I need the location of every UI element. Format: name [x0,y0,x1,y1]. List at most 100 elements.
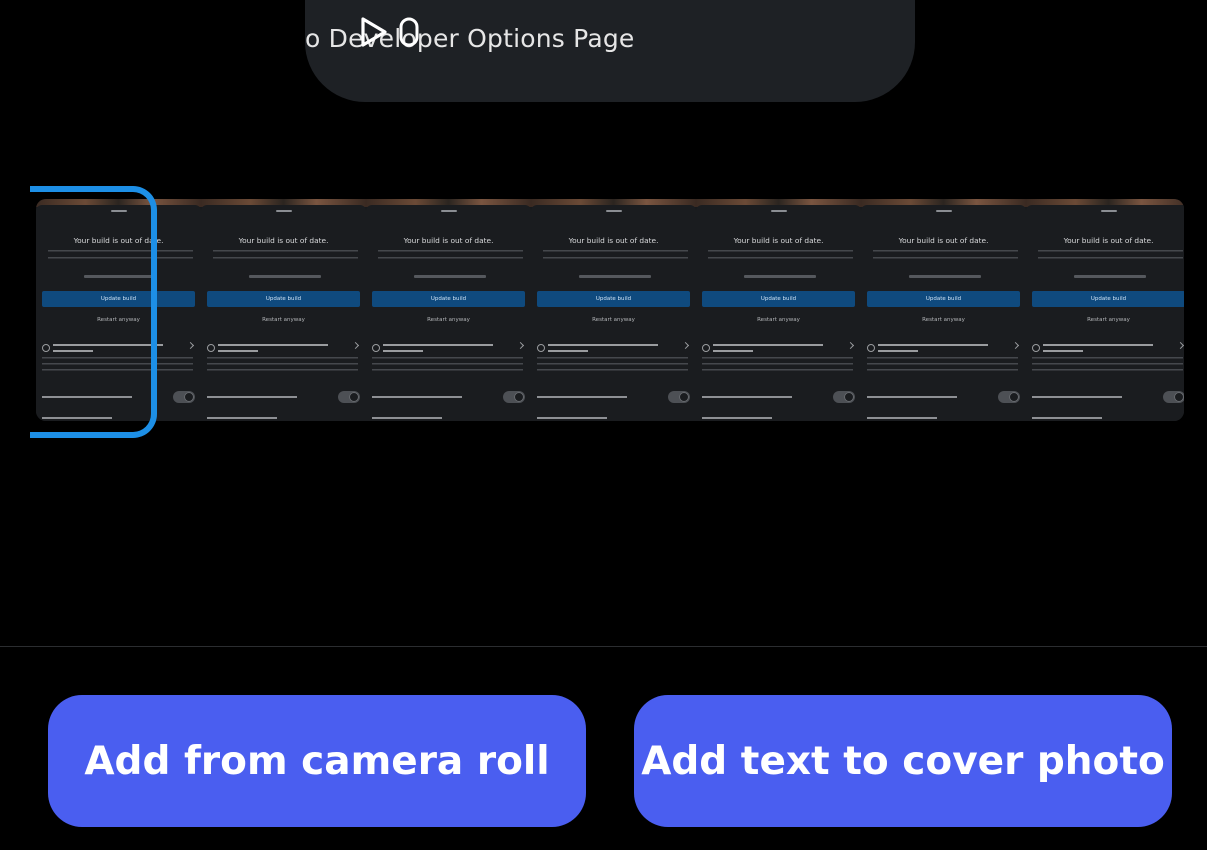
cover-frame-filmstrip[interactable]: Your build is out of date. Update build Re… [36,199,1184,421]
frame-shake-label [867,396,957,398]
frame-description-text [372,357,523,371]
info-icon [537,344,545,352]
frame-restart-link: Restart anyway [1087,317,1130,323]
frame-restart-link: Restart anyway [262,317,305,323]
frame-title: Your build is out of date. [733,236,824,245]
add-from-camera-roll-button[interactable]: Add from camera roll [48,695,586,827]
frame-report-text [548,344,658,346]
frame-report-text [878,344,988,346]
sheet-handle [936,210,952,212]
frame-body-text [213,250,358,264]
chevron-right-icon [351,341,360,350]
frame-bottom-sheet: Your build is out of date. Update build Re… [696,205,861,421]
info-icon [42,344,50,352]
frame-bottom-sheet: Your build is out of date. Update build Re… [201,205,366,421]
info-icon [867,344,875,352]
frame-report-text [218,344,328,346]
frame-report-text [548,350,588,352]
frame-description-text [42,357,193,371]
frame-restart-link: Restart anyway [757,317,800,323]
frame-title: Your build is out of date. [898,236,989,245]
chevron-right-icon [1011,341,1020,350]
frame-title: Your build is out of date. [73,236,164,245]
frame-toggle [668,391,690,403]
chevron-right-icon [681,341,690,350]
frame-report-text [383,344,493,346]
frame-toggle [833,391,855,403]
frame-update-button: Update build [702,291,855,307]
frame-body-text [873,250,1018,264]
frame-report-text [878,350,918,352]
info-icon [372,344,380,352]
filmstrip-frame[interactable]: Your build is out of date. Update build Re… [36,199,201,421]
frame-version-text [1074,275,1146,278]
chevron-right-icon [186,341,195,350]
frame-description-text [207,357,358,371]
frame-report-text [383,350,423,352]
frame-title: Your build is out of date. [1063,236,1154,245]
filmstrip-frame[interactable]: Your build is out of date. Update build Re… [531,199,696,421]
frame-toggle [503,391,525,403]
sheet-handle [606,210,622,212]
frame-report-text [1043,350,1083,352]
frame-developer-options-label [867,417,937,419]
sheet-handle [441,210,457,212]
frame-title: Your build is out of date. [403,236,494,245]
frame-description-text [1032,357,1183,371]
frame-body-text [48,250,193,264]
frame-report-text [218,350,258,352]
pause-icon[interactable] [397,16,423,48]
info-icon [702,344,710,352]
frame-restart-link: Restart anyway [97,317,140,323]
sheet-handle [111,210,127,212]
frame-body-text [378,250,523,264]
frame-version-text [414,275,486,278]
frame-update-button: Update build [537,291,690,307]
frame-title: Your build is out of date. [568,236,659,245]
frame-toggle [998,391,1020,403]
info-icon [207,344,215,352]
filmstrip-frame[interactable]: Your build is out of date. Update build Re… [366,199,531,421]
preview-card[interactable]: o Developer Options Page [305,0,915,102]
sheet-handle [771,210,787,212]
frame-developer-options-label [42,417,112,419]
frame-developer-options-label [537,417,607,419]
chevron-right-icon [1176,341,1184,350]
frame-restart-link: Restart anyway [427,317,470,323]
filmstrip-frame[interactable]: Your build is out of date. Update build Re… [696,199,861,421]
frame-developer-options-label [702,417,772,419]
frame-report-text [1043,344,1153,346]
frame-developer-options-label [1032,417,1102,419]
frame-description-text [702,357,853,371]
frame-update-button: Update build [42,291,195,307]
frame-update-button: Update build [207,291,360,307]
info-icon [1032,344,1040,352]
video-cover-editor: o Developer Options Page Your build is o… [0,0,1207,850]
sheet-handle [1101,210,1117,212]
frame-description-text [537,357,688,371]
chevron-right-icon [846,341,855,350]
frame-body-text [543,250,688,264]
frame-description-text [867,357,1018,371]
frame-body-text [708,250,853,264]
sheet-handle [276,210,292,212]
frame-report-text [713,350,753,352]
frame-version-text [744,275,816,278]
frame-version-text [249,275,321,278]
frame-restart-link: Restart anyway [592,317,635,323]
frame-shake-label [42,396,132,398]
frame-update-button: Update build [867,291,1020,307]
add-text-to-cover-button[interactable]: Add text to cover photo [634,695,1172,827]
frame-report-text [53,344,163,346]
filmstrip-frame[interactable]: Your build is out of date. Update build Re… [861,199,1026,421]
filmstrip-frame[interactable]: Your build is out of date. Update build Re… [1026,199,1184,421]
frame-shake-label [207,396,297,398]
frame-bottom-sheet: Your build is out of date. Update build Re… [36,205,201,421]
play-icon[interactable] [355,15,389,49]
frame-report-text [53,350,93,352]
frame-shake-label [702,396,792,398]
frame-report-text [713,344,823,346]
frame-body-text [1038,250,1183,264]
filmstrip-frame[interactable]: Your build is out of date. Update build Re… [201,199,366,421]
frame-shake-label [537,396,627,398]
